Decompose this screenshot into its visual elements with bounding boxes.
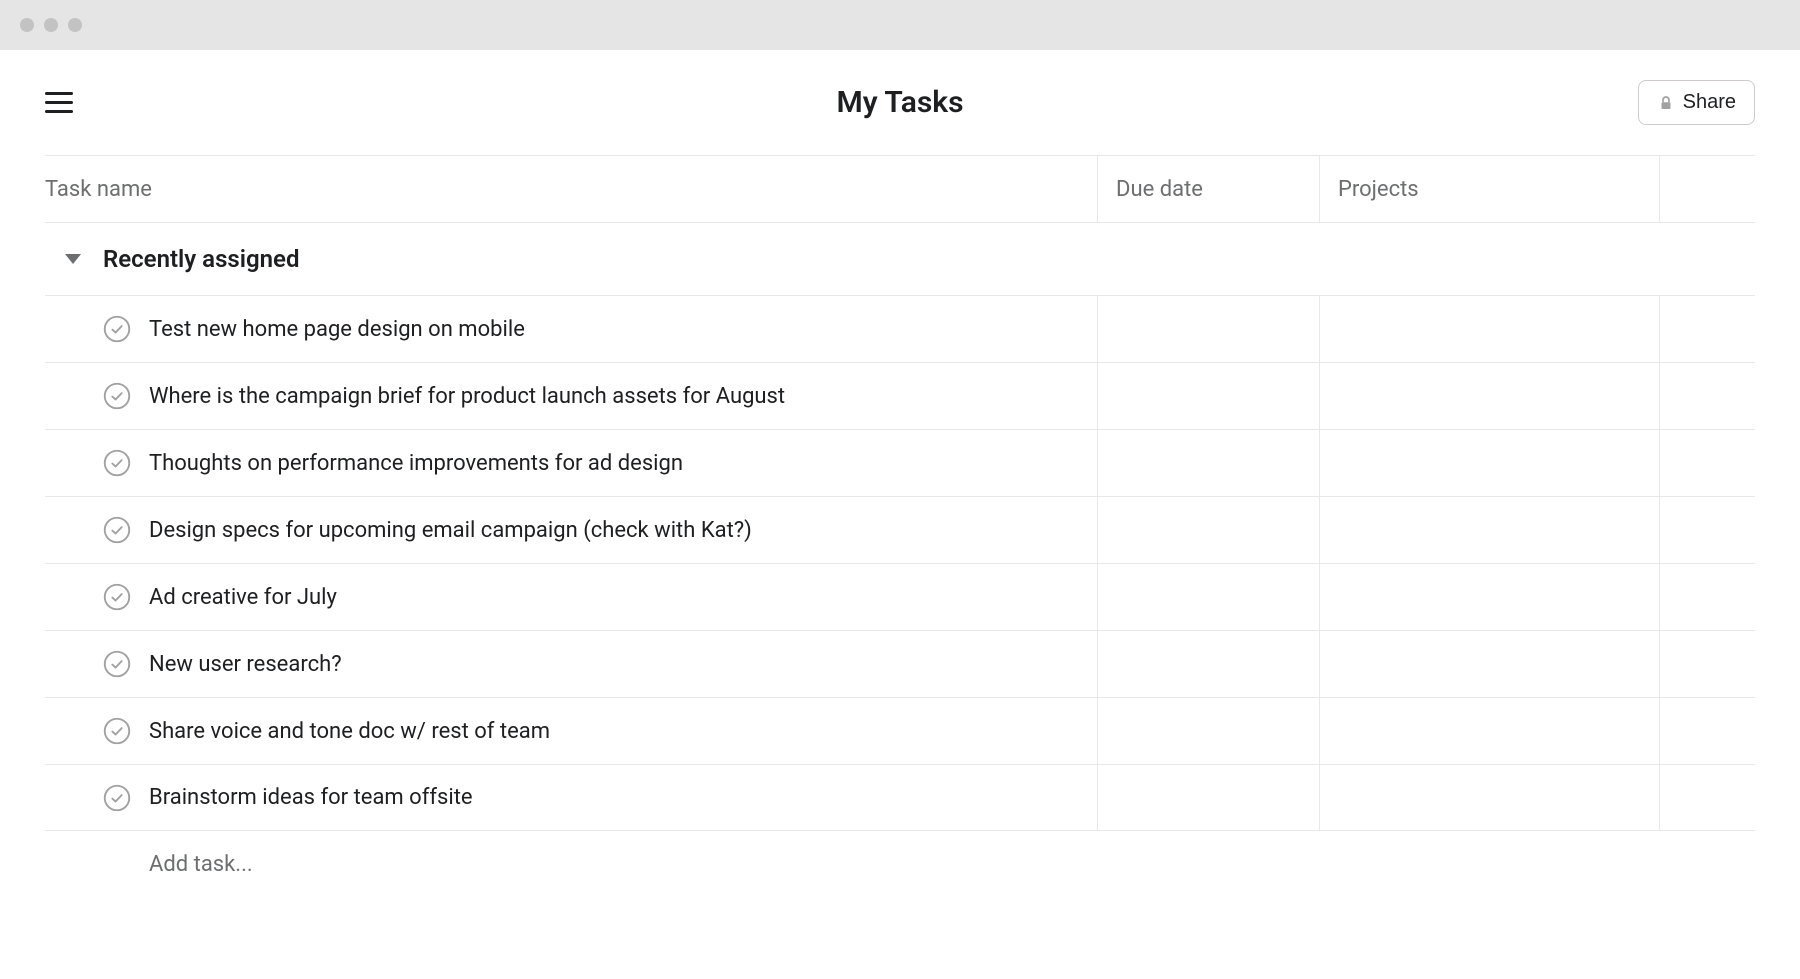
traffic-light-maximize[interactable]	[68, 18, 82, 32]
task-extra-cell	[1659, 296, 1755, 362]
page-title: My Tasks	[836, 85, 963, 120]
task-name-cell: Where is the campaign brief for product …	[45, 363, 1097, 429]
task-projects-cell[interactable]	[1319, 631, 1659, 697]
task-name-cell: Design specs for upcoming email campaign…	[45, 497, 1097, 563]
task-name: Ad creative for July	[149, 585, 337, 610]
task-list: Test new home page design on mobile Wher…	[45, 295, 1755, 831]
check-circle-icon[interactable]	[103, 717, 131, 745]
content-area: Task name Due date Projects Recently ass…	[0, 155, 1800, 898]
task-name: Design specs for upcoming email campaign…	[149, 518, 752, 543]
check-circle-icon[interactable]	[103, 449, 131, 477]
task-name-cell: Share voice and tone doc w/ rest of team	[45, 698, 1097, 764]
share-button[interactable]: Share	[1638, 80, 1755, 125]
table-header: Task name Due date Projects	[45, 155, 1755, 223]
task-name: New user research?	[149, 652, 342, 677]
check-circle-icon[interactable]	[103, 784, 131, 812]
task-projects-cell[interactable]	[1319, 363, 1659, 429]
section-title: Recently assigned	[103, 245, 299, 273]
window-chrome	[0, 0, 1800, 50]
task-extra-cell	[1659, 698, 1755, 764]
share-button-label: Share	[1683, 91, 1736, 114]
task-extra-cell	[1659, 631, 1755, 697]
task-name-cell: Thoughts on performance improvements for…	[45, 430, 1097, 496]
check-circle-icon[interactable]	[103, 315, 131, 343]
task-projects-cell[interactable]	[1319, 430, 1659, 496]
task-due-cell[interactable]	[1097, 564, 1319, 630]
task-due-cell[interactable]	[1097, 497, 1319, 563]
task-name-cell: Test new home page design on mobile	[45, 296, 1097, 362]
check-circle-icon[interactable]	[103, 583, 131, 611]
task-name: Share voice and tone doc w/ rest of team	[149, 719, 550, 744]
task-name-cell: Ad creative for July	[45, 564, 1097, 630]
traffic-light-close[interactable]	[20, 18, 34, 32]
column-header-extra	[1659, 156, 1755, 222]
task-extra-cell	[1659, 497, 1755, 563]
task-name-cell: New user research?	[45, 631, 1097, 697]
task-extra-cell	[1659, 430, 1755, 496]
check-circle-icon[interactable]	[103, 650, 131, 678]
traffic-light-minimize[interactable]	[44, 18, 58, 32]
add-task-input[interactable]: Add task...	[45, 831, 1755, 898]
app-header: My Tasks Share	[0, 50, 1800, 155]
column-header-projects[interactable]: Projects	[1319, 156, 1659, 222]
task-name-cell: Brainstorm ideas for team offsite	[45, 765, 1097, 830]
task-due-cell[interactable]	[1097, 430, 1319, 496]
task-row[interactable]: Thoughts on performance improvements for…	[45, 429, 1755, 496]
task-row[interactable]: Share voice and tone doc w/ rest of team	[45, 697, 1755, 764]
task-projects-cell[interactable]	[1319, 296, 1659, 362]
task-extra-cell	[1659, 564, 1755, 630]
task-due-cell[interactable]	[1097, 363, 1319, 429]
task-due-cell[interactable]	[1097, 296, 1319, 362]
lock-icon	[1657, 94, 1675, 112]
task-due-cell[interactable]	[1097, 698, 1319, 764]
task-projects-cell[interactable]	[1319, 765, 1659, 830]
task-row[interactable]: New user research?	[45, 630, 1755, 697]
check-circle-icon[interactable]	[103, 382, 131, 410]
task-extra-cell	[1659, 765, 1755, 830]
task-name: Test new home page design on mobile	[149, 317, 525, 342]
chevron-down-icon[interactable]	[65, 254, 81, 264]
task-due-cell[interactable]	[1097, 765, 1319, 830]
task-projects-cell[interactable]	[1319, 497, 1659, 563]
task-projects-cell[interactable]	[1319, 698, 1659, 764]
column-header-due-date[interactable]: Due date	[1097, 156, 1319, 222]
task-name: Brainstorm ideas for team offsite	[149, 785, 473, 810]
menu-button[interactable]	[45, 87, 77, 119]
task-due-cell[interactable]	[1097, 631, 1319, 697]
task-row[interactable]: Ad creative for July	[45, 563, 1755, 630]
task-row[interactable]: Design specs for upcoming email campaign…	[45, 496, 1755, 563]
column-header-task-name[interactable]: Task name	[45, 177, 1097, 202]
task-row[interactable]: Brainstorm ideas for team offsite	[45, 764, 1755, 831]
hamburger-icon	[45, 92, 73, 95]
task-extra-cell	[1659, 363, 1755, 429]
task-row[interactable]: Where is the campaign brief for product …	[45, 362, 1755, 429]
task-row[interactable]: Test new home page design on mobile	[45, 295, 1755, 362]
section-header[interactable]: Recently assigned	[45, 223, 1755, 295]
task-name: Thoughts on performance improvements for…	[149, 451, 683, 476]
check-circle-icon[interactable]	[103, 516, 131, 544]
add-task-placeholder: Add task...	[149, 852, 253, 877]
task-name: Where is the campaign brief for product …	[149, 384, 785, 409]
task-projects-cell[interactable]	[1319, 564, 1659, 630]
